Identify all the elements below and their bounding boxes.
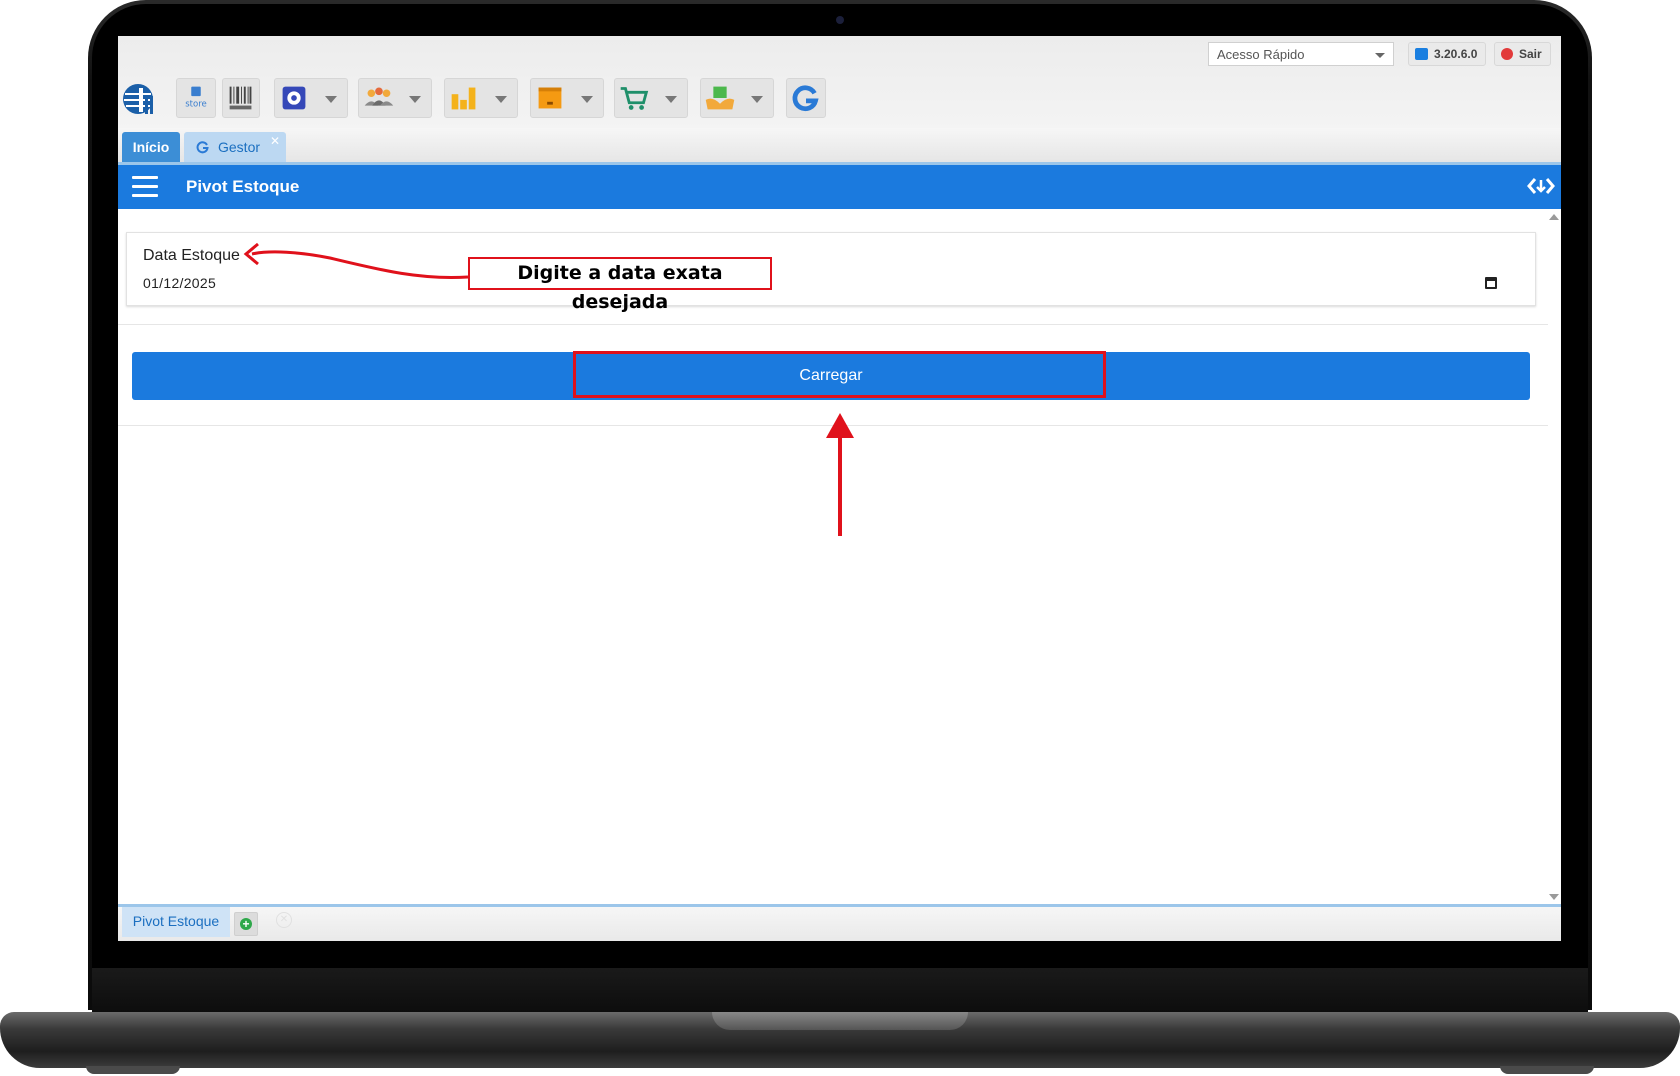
chevron-down-icon [325,96,337,103]
gear-icon [282,86,306,110]
content-area [118,209,1561,939]
laptop-foot-left [86,1066,180,1074]
users-icon [364,87,394,106]
chevron-down-icon [581,96,593,103]
g-logo-icon [792,85,819,112]
chevron-down-icon [409,96,421,103]
info-icon [1415,48,1428,60]
chevron-down-icon [1375,53,1385,58]
date-input[interactable]: 01/12/2025 [143,275,216,291]
hand-box-icon [705,86,735,110]
box-icon [538,87,562,109]
boleto-button[interactable] [222,78,260,118]
tab-gestor-label: Gestor [218,139,261,155]
plus-icon: + [240,918,252,930]
products-menu-button[interactable] [700,78,774,118]
logout-label: Sair [1519,47,1542,61]
laptop-foot-right [1500,1066,1594,1074]
chevron-down-icon [751,96,763,103]
page-title: Pivot Estoque [186,177,300,196]
app-screen: Acesso Rápido 3.20.6.0 Sair store Início… [118,36,1561,941]
calendar-icon[interactable] [1485,277,1497,289]
scroll-up-icon[interactable] [1549,214,1559,220]
quick-access-select[interactable]: Acesso Rápido [1208,42,1394,66]
tab-inicio-label: Início [132,139,170,155]
chevron-down-icon [665,96,677,103]
camera [836,16,844,24]
bottom-tab-label: Pivot Estoque [132,913,220,929]
reports-menu-button[interactable] [444,78,518,118]
expand-arrows-icon[interactable] [1527,175,1555,197]
version-label: 3.20.6.0 [1434,47,1478,61]
bar-chart-icon [451,87,476,110]
bottom-tab-pivot-estoque[interactable]: Pivot Estoque [122,907,230,937]
version-button[interactable]: 3.20.6.0 [1408,42,1487,66]
svg-text:store: store [185,100,207,110]
divider [118,425,1548,426]
users-menu-button[interactable] [358,78,432,118]
cart-icon [620,87,649,110]
store-icon: store [185,86,207,110]
g-logo-icon [196,141,209,154]
date-label: Data Estoque [143,247,240,264]
settings-menu-button[interactable] [274,78,348,118]
divider [118,324,1548,325]
bottom-tab-bar [118,904,1561,941]
close-icon[interactable]: ✕ [270,126,280,156]
tab-bar [118,128,1561,165]
tab-inicio[interactable]: Início [122,132,180,162]
laptop-notch [712,1012,968,1030]
add-tab-button[interactable]: + [234,912,258,936]
tab-gestor[interactable]: Gestor ✕ [184,132,286,162]
menu-icon[interactable] [132,176,158,197]
page-header: Pivot Estoque [118,165,1561,209]
gestor-button[interactable] [786,78,826,118]
annotation-highlight [573,351,1106,398]
logout-button[interactable]: Sair [1494,42,1551,66]
stock-menu-button[interactable] [530,78,604,118]
date-card: Data Estoque 01/12/2025 [126,232,1536,306]
power-icon [1501,48,1513,60]
barcode-icon [229,86,252,110]
quick-access-label: Acesso Rápido [1217,47,1305,62]
chevron-down-icon [495,96,507,103]
store-button[interactable]: store [176,78,216,118]
laptop-chin [92,968,1588,1012]
globe-logo-icon[interactable] [122,82,158,116]
annotation-hint: Digite a data exata desejada [468,257,772,313]
close-all-icon[interactable]: ✕ [276,912,292,928]
scroll-down-icon[interactable] [1549,894,1559,900]
sales-menu-button[interactable] [614,78,688,118]
